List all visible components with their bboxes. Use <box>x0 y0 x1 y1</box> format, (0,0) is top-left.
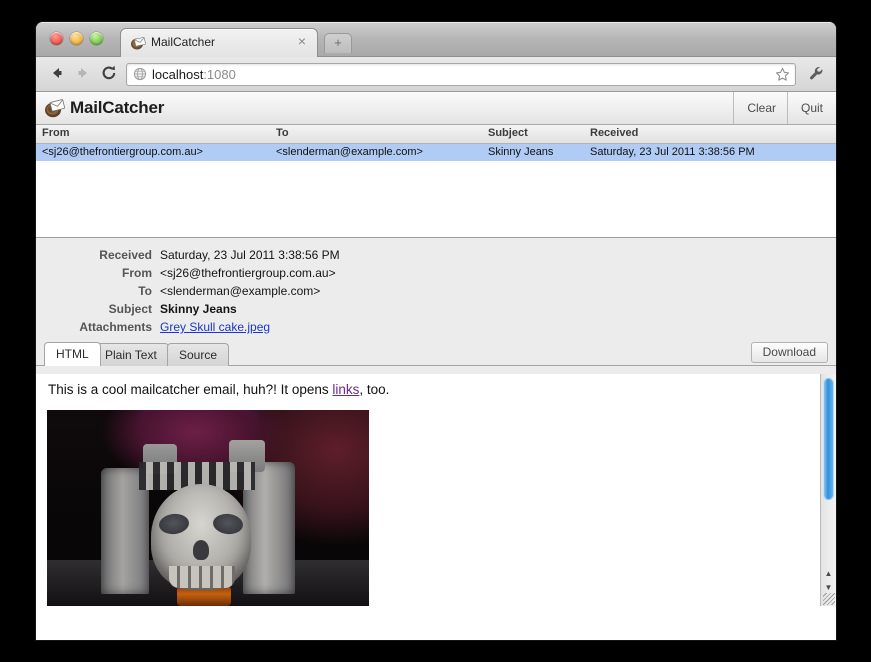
forward-arrow-icon <box>72 64 94 84</box>
detail-row-received: Received Saturday, 23 Jul 2011 3:38:56 P… <box>36 248 836 266</box>
window-zoom-button[interactable] <box>90 32 103 45</box>
body-text-after: , too. <box>359 382 389 397</box>
window-close-button[interactable] <box>50 32 63 45</box>
column-header-to[interactable]: To <box>276 127 289 139</box>
message-detail-pane: Received Saturday, 23 Jul 2011 3:38:56 P… <box>36 237 836 374</box>
browser-toolbar: localhost:1080 <box>36 57 836 92</box>
column-header-subject[interactable]: Subject <box>488 127 528 139</box>
vertical-scrollbar[interactable]: ▲ ▼ <box>820 374 836 606</box>
skull-teeth <box>169 566 235 588</box>
address-bar-url: localhost:1080 <box>152 67 236 82</box>
app-header: MailCatcher Quit Clear <box>36 92 836 125</box>
attachment-link[interactable]: Grey Skull cake.jpeg <box>160 320 270 334</box>
browser-tab-mailcatcher[interactable]: MailCatcher × <box>120 28 318 57</box>
browser-window: MailCatcher × + <box>36 22 836 640</box>
mail-envelope-icon <box>130 35 146 51</box>
detail-row-attachments: Attachments Grey Skull cake.jpeg <box>36 320 836 338</box>
table-row[interactable]: <sj26@thefrontiergroup.com.au> <slenderm… <box>36 144 836 161</box>
detail-label-received: Received <box>36 248 152 262</box>
wrench-icon[interactable] <box>808 65 826 88</box>
tab-plain-text[interactable]: Plain Text <box>93 343 169 366</box>
browser-tab-title: MailCatcher <box>151 35 215 49</box>
cake-photo <box>47 410 369 606</box>
body-link[interactable]: links <box>332 382 359 397</box>
scrollbar-thumb[interactable] <box>823 378 834 500</box>
app-title: MailCatcher <box>70 98 164 118</box>
skull-nose <box>193 540 209 560</box>
detail-row-to: To <slenderman@example.com> <box>36 284 836 302</box>
message-list-body: <sj26@thefrontiergroup.com.au> <slenderm… <box>36 144 836 237</box>
detail-row-subject: Subject Skinny Jeans <box>36 302 836 320</box>
detail-value-to: <slenderman@example.com> <box>160 284 320 298</box>
detail-value-subject: Skinny Jeans <box>160 302 237 316</box>
detail-value-attachments: Grey Skull cake.jpeg <box>160 320 270 334</box>
scroll-up-arrow-icon[interactable]: ▲ <box>823 568 834 580</box>
view-tab-bar: HTML Plain Text Source Download <box>36 342 836 366</box>
cell-to: <slenderman@example.com> <box>276 146 423 158</box>
column-header-from[interactable]: From <box>42 127 70 139</box>
message-list-header: From To Subject Received <box>36 125 836 144</box>
cell-from: <sj26@thefrontiergroup.com.au> <box>42 146 203 158</box>
globe-icon <box>133 67 147 86</box>
mailcatcher-mitt-envelope-icon <box>44 98 66 123</box>
browser-tab-strip: MailCatcher × + <box>36 22 836 57</box>
new-tab-button[interactable]: + <box>324 33 352 53</box>
url-port: :1080 <box>203 67 236 82</box>
cell-received: Saturday, 23 Jul 2011 3:38:56 PM <box>590 146 755 158</box>
detail-row-from: From <sj26@thefrontiergroup.com.au> <box>36 266 836 284</box>
detail-label-to: To <box>36 284 152 298</box>
message-body-text: This is a cool mailcatcher email, huh?! … <box>48 382 389 397</box>
clear-button[interactable]: Clear <box>733 92 789 124</box>
detail-value-from: <sj26@thefrontiergroup.com.au> <box>160 266 336 280</box>
url-host: localhost <box>152 67 203 82</box>
body-text-before: This is a cool mailcatcher email, huh?! … <box>48 382 332 397</box>
detail-label-attachments: Attachments <box>36 320 152 334</box>
detail-value-received: Saturday, 23 Jul 2011 3:38:56 PM <box>160 248 340 262</box>
tab-source[interactable]: Source <box>167 343 229 366</box>
download-button[interactable]: Download <box>751 342 828 363</box>
close-icon[interactable]: × <box>295 35 309 49</box>
resize-grip[interactable] <box>823 593 835 605</box>
quit-button[interactable]: Quit <box>787 92 836 124</box>
reload-icon[interactable] <box>98 64 120 84</box>
tab-html[interactable]: HTML <box>44 342 101 366</box>
message-body-pane: This is a cool mailcatcher email, huh?! … <box>36 374 836 606</box>
detail-label-from: From <box>36 266 152 280</box>
star-icon[interactable] <box>775 67 790 87</box>
back-arrow-icon[interactable] <box>46 64 68 84</box>
window-minimize-button[interactable] <box>70 32 83 45</box>
column-header-received[interactable]: Received <box>590 127 638 139</box>
address-bar[interactable]: localhost:1080 <box>126 63 796 86</box>
cell-subject: Skinny Jeans <box>488 146 553 158</box>
detail-label-subject: Subject <box>36 302 152 316</box>
